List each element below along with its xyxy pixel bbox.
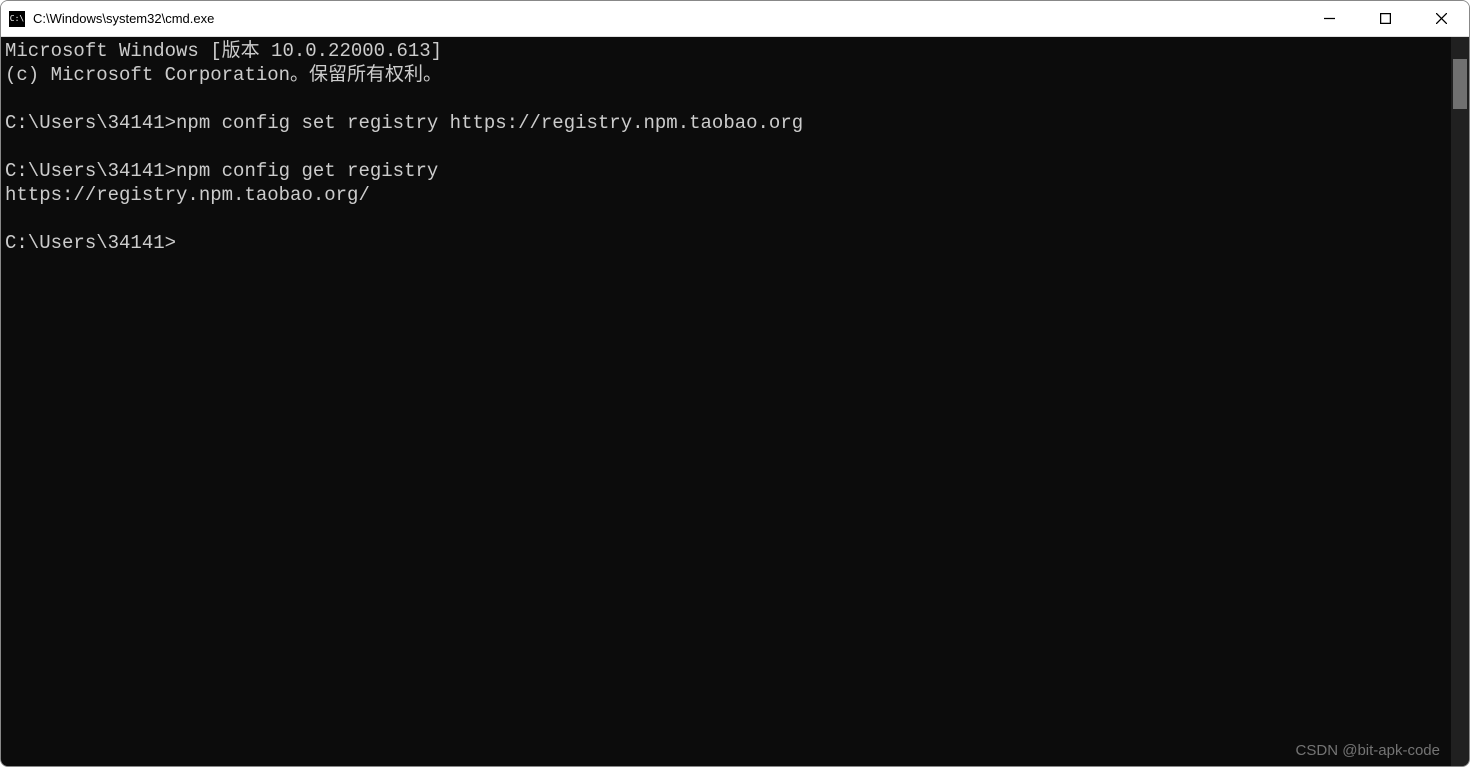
terminal-line: C:\Users\34141> [5,231,1447,255]
terminal-line [5,87,1447,111]
terminal-line: C:\Users\34141>npm config get registry [5,159,1447,183]
close-button[interactable] [1413,1,1469,36]
cmd-window: C:\ C:\Windows\system32\cmd.exe Microsof… [0,0,1470,767]
maximize-button[interactable] [1357,1,1413,36]
close-icon [1436,13,1447,24]
maximize-icon [1380,13,1391,24]
terminal-line [5,207,1447,231]
terminal-area: Microsoft Windows [版本 10.0.22000.613](c)… [1,37,1469,766]
scrollbar-track[interactable] [1451,37,1469,766]
window-controls [1301,1,1469,36]
window-title: C:\Windows\system32\cmd.exe [33,11,214,26]
minimize-icon [1324,13,1335,24]
scrollbar-thumb[interactable] [1453,59,1467,109]
terminal-line: Microsoft Windows [版本 10.0.22000.613] [5,39,1447,63]
terminal-line [5,135,1447,159]
cmd-icon: C:\ [9,11,25,27]
terminal-output[interactable]: Microsoft Windows [版本 10.0.22000.613](c)… [1,37,1451,766]
minimize-button[interactable] [1301,1,1357,36]
terminal-line: (c) Microsoft Corporation。保留所有权利。 [5,63,1447,87]
titlebar[interactable]: C:\ C:\Windows\system32\cmd.exe [1,1,1469,37]
terminal-line: C:\Users\34141>npm config set registry h… [5,111,1447,135]
terminal-line: https://registry.npm.taobao.org/ [5,183,1447,207]
